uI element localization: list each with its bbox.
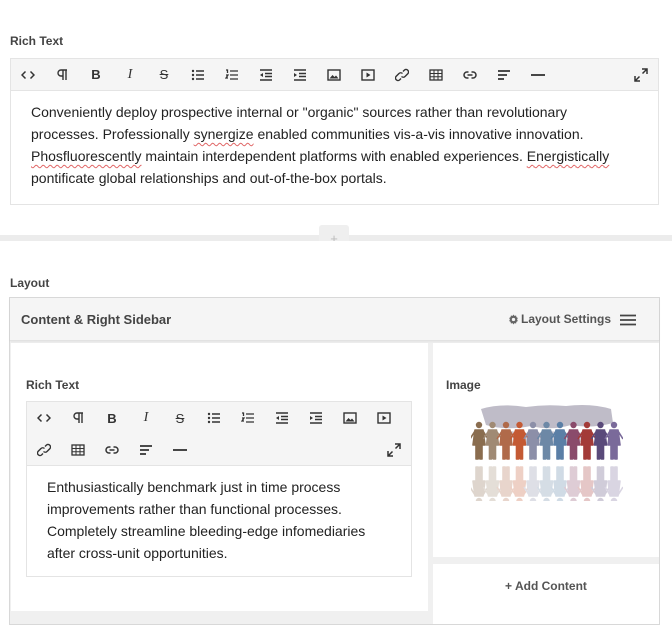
person-figure	[590, 421, 611, 460]
hyperlink-icon[interactable]	[95, 434, 129, 466]
misspelled-word: Phosfluorescently	[31, 148, 142, 164]
image-icon[interactable]	[333, 402, 367, 434]
bold-icon[interactable]: B	[95, 402, 129, 434]
table-icon[interactable]	[419, 59, 453, 91]
hyperlink-icon[interactable]	[453, 59, 487, 91]
person-figure	[469, 421, 489, 460]
editor-text: Enthusiastically benchmark just in time …	[47, 479, 366, 561]
layout-settings-button[interactable]: Layout Settings	[508, 312, 611, 326]
strikethrough-icon[interactable]: S	[163, 402, 197, 434]
horizontal-rule-icon[interactable]	[163, 434, 197, 466]
outdent-icon[interactable]	[265, 402, 299, 434]
rich-text-editor[interactable]: Enthusiastically benchmark just in time …	[26, 466, 412, 577]
horizontal-rule-icon[interactable]	[521, 59, 555, 91]
people-world-image[interactable]	[469, 401, 624, 506]
fullscreen-icon[interactable]	[377, 434, 411, 466]
indent-icon[interactable]	[299, 402, 333, 434]
person-figure	[536, 466, 557, 505]
rich-text-editor[interactable]: Conveniently deploy prospective internal…	[10, 91, 659, 205]
person-figure	[563, 466, 584, 505]
misspelled-word: synergize	[193, 126, 254, 142]
misspelled-word: Energistically	[526, 148, 610, 164]
layout-header: Content & Right Sidebar Layout Settings	[10, 298, 659, 341]
link-icon[interactable]	[385, 59, 419, 91]
block-label: Image	[446, 378, 481, 392]
table-icon[interactable]	[61, 434, 95, 466]
block-label: Rich Text	[10, 34, 64, 48]
align-icon[interactable]	[487, 59, 521, 91]
add-content-area: + Add Content	[433, 564, 659, 624]
person-figure	[482, 466, 503, 505]
paragraph-icon[interactable]	[45, 59, 79, 91]
person-figure	[469, 466, 489, 505]
person-figure	[604, 421, 624, 460]
numbered-list-icon[interactable]	[231, 402, 265, 434]
block-label: Layout	[10, 276, 50, 290]
bold-icon[interactable]: B	[79, 59, 113, 91]
align-icon[interactable]	[129, 434, 163, 466]
editor-toolbar: B I S	[26, 401, 412, 466]
link-icon[interactable]	[27, 434, 61, 466]
gear-icon	[508, 313, 519, 325]
paragraph-icon[interactable]	[61, 402, 95, 434]
bullet-list-icon[interactable]	[181, 59, 215, 91]
person-figure	[523, 466, 543, 505]
code-icon[interactable]	[27, 402, 61, 434]
editor-text: pontificate global relationships and out…	[31, 170, 387, 186]
person-figure	[604, 466, 624, 505]
person-figure	[509, 466, 530, 505]
layout-title: Content & Right Sidebar	[21, 312, 172, 327]
code-icon[interactable]	[11, 59, 45, 91]
editor-toolbar: B I S	[10, 58, 659, 91]
indent-icon[interactable]	[283, 59, 317, 91]
fullscreen-icon[interactable]	[624, 59, 658, 91]
image-block: Image	[433, 343, 659, 557]
layout-container: Content & Right Sidebar Layout Settings …	[9, 297, 660, 625]
image-icon[interactable]	[317, 59, 351, 91]
video-icon[interactable]	[367, 402, 401, 434]
layout-settings-label: Layout Settings	[521, 312, 612, 326]
italic-icon[interactable]: I	[129, 402, 163, 434]
person-figure	[550, 466, 570, 505]
video-icon[interactable]	[351, 59, 385, 91]
numbered-list-icon[interactable]	[215, 59, 249, 91]
person-figure	[496, 466, 516, 505]
editor-text: enabled communities vis-a-vis innovative…	[253, 126, 584, 142]
outdent-icon[interactable]	[249, 59, 283, 91]
person-figure	[577, 466, 597, 505]
italic-icon[interactable]: I	[113, 59, 147, 91]
person-figure	[590, 466, 611, 505]
block-label: Rich Text	[26, 378, 80, 392]
add-content-button[interactable]: + Add Content	[433, 579, 659, 593]
left-column: Rich Text B I S Enthusiastically benchma…	[11, 343, 428, 611]
editor-text: maintain interdependent platforms with e…	[141, 148, 527, 164]
bullet-list-icon[interactable]	[197, 402, 231, 434]
strikethrough-icon[interactable]: S	[147, 59, 181, 91]
hamburger-menu-icon[interactable]	[620, 313, 636, 331]
